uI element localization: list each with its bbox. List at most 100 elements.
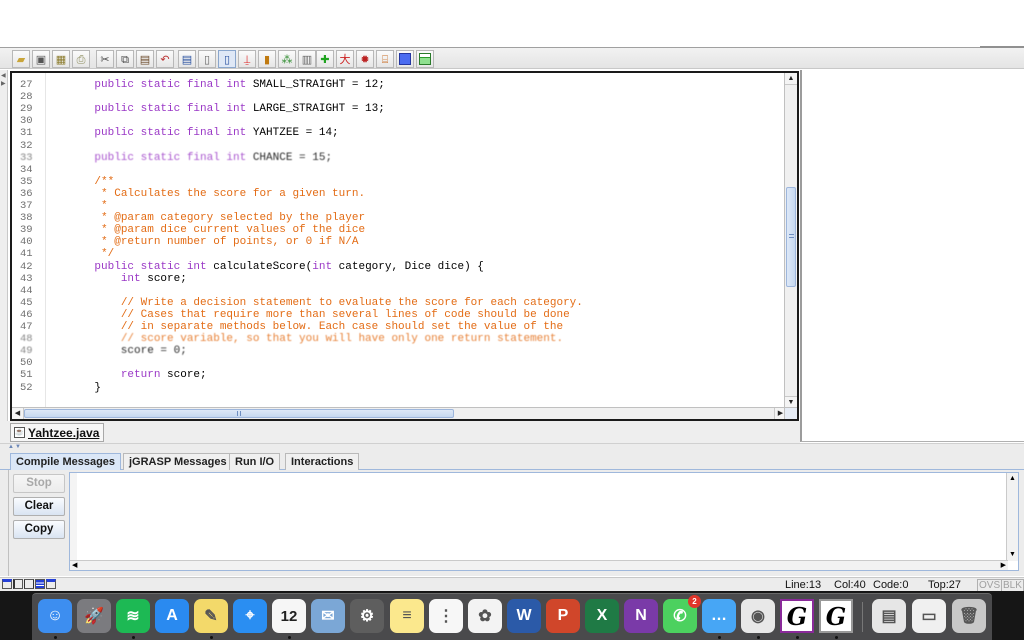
save-file-button[interactable]: ▣ (32, 50, 50, 68)
dock-item-powerpoint[interactable]: P (546, 599, 580, 633)
horizontal-scroll-thumb[interactable] (24, 409, 454, 418)
debug-button[interactable]: ✹ (356, 50, 374, 68)
jgrasp-window: ▰ ▣ ▦ ⎙ ✂ ⧉ ▤ ↶ ▤ ▯ ▯ ⍊ ▮ ⁂ ▥ ✚ 大 ✹ ⌸ ◀ … (0, 0, 1024, 640)
layout-columns-icon[interactable] (24, 579, 34, 589)
dock-item-word[interactable]: W (507, 599, 541, 633)
dock-item-messages[interactable]: … (702, 599, 736, 633)
editor-horizontal-scrollbar[interactable]: ◀ ▶ (12, 407, 786, 419)
dock-item-jgrasp-2[interactable]: G (819, 599, 853, 633)
interactions-button[interactable] (396, 50, 414, 68)
scroll-thumb[interactable] (786, 187, 796, 287)
run-button[interactable]: 大 (336, 50, 354, 68)
compile-button[interactable]: ✚ (316, 50, 334, 68)
dock-item-downloads-stack[interactable]: ▭ (912, 599, 946, 633)
open-file-button[interactable]: ▰ (12, 50, 30, 68)
system-preferences-icon: ⚙ (359, 608, 375, 625)
dock-item-trash[interactable]: 🗑 (952, 599, 986, 633)
keyword-token: return (120, 369, 161, 382)
tab-compile-messages[interactable]: Compile Messages (10, 453, 122, 470)
clear-button[interactable]: Clear (13, 497, 65, 516)
app-store-icon: A (166, 607, 178, 624)
dock-item-facetime[interactable]: ✆ 2 (663, 595, 701, 633)
scroll-left-button[interactable]: ◀ (12, 408, 24, 419)
code-token: score; (140, 272, 187, 285)
dock-item-mail[interactable]: ✉ (311, 599, 345, 633)
dock-item-reminders[interactable]: ⋮ (429, 599, 463, 633)
tab-jgrasp-messages[interactable]: jGRASP Messages (123, 453, 233, 470)
spotify-icon: ≋ (126, 608, 140, 625)
dock-item-jgrasp-1[interactable]: G (780, 599, 814, 633)
dock-item-documents-stack[interactable]: ▤ (872, 599, 906, 633)
folder-icon: ▰ (16, 52, 26, 66)
layout-split-icon[interactable] (13, 579, 23, 589)
scroll-left-button[interactable]: ◀ (72, 561, 77, 571)
line-number: 37 (20, 200, 33, 212)
running-indicator (54, 636, 57, 639)
panel-border (8, 470, 9, 576)
editor-vertical-scrollbar[interactable]: ▲ ▼ (784, 73, 797, 408)
scroll-right-button[interactable]: ▶ (1001, 561, 1006, 571)
paste-icon: ▤ (139, 52, 151, 66)
powerpoint-icon: P (557, 607, 569, 624)
dock-item-app-store[interactable]: A (155, 599, 189, 633)
blue-square-icon (399, 53, 411, 65)
dock-item-stickies[interactable]: ✎ (194, 599, 228, 633)
code-token: calculateScore( (206, 260, 313, 273)
scroll-up-button[interactable]: ▲ (785, 73, 797, 85)
dock-item-onenote[interactable]: N (624, 599, 658, 633)
generate-csd-button[interactable]: ▯ (218, 50, 236, 68)
scroll-down-button[interactable]: ▼ (1007, 549, 1018, 561)
tab-interactions[interactable]: Interactions (285, 453, 360, 470)
pin-button[interactable]: ⍊ (238, 50, 256, 68)
chart-button[interactable]: ▮ (258, 50, 276, 68)
panel-splitter[interactable]: ▲▼ (0, 443, 1024, 451)
output-horizontal-scrollbar[interactable]: ◀ ▶ (70, 560, 1008, 570)
viewer-button[interactable]: ⌸ (376, 50, 394, 68)
dock-item-finder[interactable]: ☺ (38, 599, 72, 633)
scroll-up-button[interactable]: ▲ (1007, 473, 1018, 485)
code-line: 28 (12, 91, 786, 103)
layout-rows-icon[interactable] (35, 579, 45, 589)
copy-button[interactable]: Copy (13, 520, 65, 539)
status-line: Line:13 (785, 579, 822, 591)
keyword-token: int (312, 260, 333, 273)
cut-button[interactable]: ✂ (96, 50, 114, 68)
line-number: 51 (20, 369, 33, 382)
paste-button[interactable]: ▤ (136, 50, 154, 68)
layout-maximize-icon[interactable] (46, 579, 56, 589)
dock-item-notes[interactable]: ≡ (390, 599, 424, 633)
new-file-button[interactable]: ▯ (198, 50, 216, 68)
save-all-button[interactable]: ▦ (52, 50, 70, 68)
dock-item-launchpad[interactable]: 🚀 (77, 599, 111, 633)
dock-item-photos[interactable]: ✿ (468, 599, 502, 633)
compile-messages-output[interactable]: ▲ ▼ ◀ ▶ (69, 472, 1019, 571)
file-tab-yahtzee[interactable]: ☕ Yahtzee.java (10, 423, 105, 442)
documentation-button[interactable]: ▥ (298, 50, 316, 68)
dock-item-spotify[interactable]: ≋ (116, 599, 150, 633)
dock-item-system-preferences[interactable]: ⚙ (350, 599, 384, 633)
toolbar-divider (980, 46, 1024, 48)
left-splitter[interactable]: ◀ ▶ (0, 70, 8, 440)
code-text: * @param category selected by the player (68, 212, 365, 224)
dock-item-chrome[interactable]: ◉ (741, 599, 775, 633)
tab-run-io[interactable]: Run I/O (229, 453, 281, 470)
dock-item-calendar[interactable]: 12 (272, 599, 306, 633)
copy-button[interactable]: ⧉ (116, 50, 134, 68)
canvas-button[interactable] (416, 50, 434, 68)
dock-item-safari[interactable]: ⌖ (233, 599, 267, 633)
code-area[interactable]: 27 public static final int SMALL_STRAIGH… (12, 73, 786, 408)
undo-button[interactable]: ↶ (156, 50, 174, 68)
layout-window-icon[interactable] (2, 579, 12, 589)
uml-button[interactable]: ⁂ (278, 50, 296, 68)
dock-item-excel[interactable]: X (585, 599, 619, 633)
output-vertical-scrollbar[interactable]: ▲ ▼ (1006, 473, 1018, 561)
stickies-icon: ✎ (204, 608, 218, 625)
stop-button[interactable]: Stop (13, 474, 65, 493)
grip-icon (237, 411, 241, 416)
browse-button[interactable]: ▤ (178, 50, 196, 68)
print-button[interactable]: ⎙ (72, 50, 90, 68)
